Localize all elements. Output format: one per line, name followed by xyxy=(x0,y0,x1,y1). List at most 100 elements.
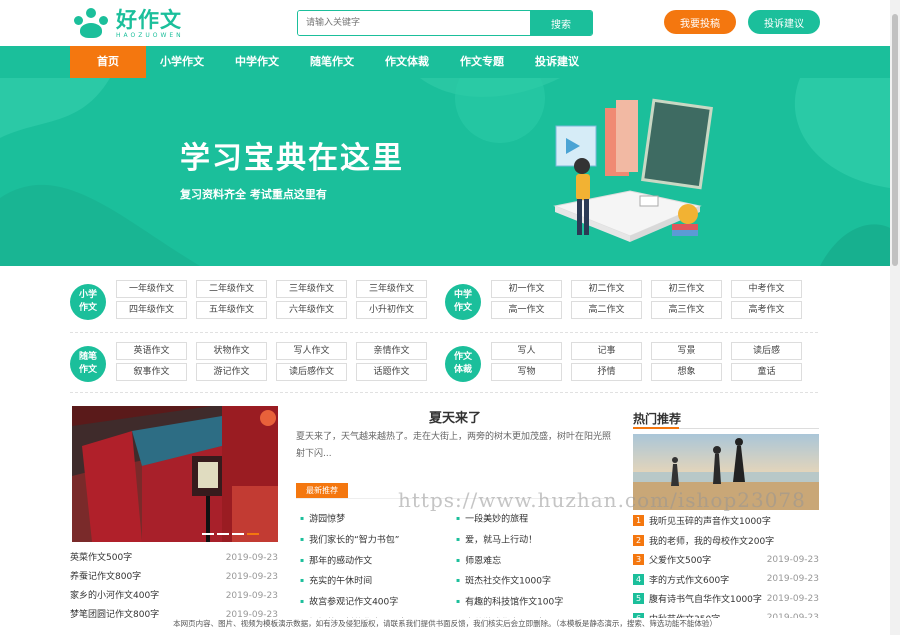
nav-primary-school[interactable]: 小学作文 xyxy=(152,46,212,78)
hot-rank-badge: 5 xyxy=(633,593,644,605)
article-title[interactable]: 夏天来了 xyxy=(296,407,614,426)
hot-item-title[interactable]: 腹有诗书气自华作文1000字 xyxy=(649,592,763,605)
category-badge-line: 作文 xyxy=(453,303,472,313)
category-tag[interactable]: 六年级作文 xyxy=(276,301,347,319)
list-item[interactable]: 养蚕记作文800字 2019-09-23 xyxy=(70,568,278,587)
category-badge: 中学 作文 xyxy=(445,284,481,320)
page-scrollbar[interactable] xyxy=(890,0,900,635)
category-tag[interactable]: 状物作文 xyxy=(196,342,267,360)
main-nav: 首页 小学作文 中学作文 随笔作文 作文体裁 作文专题 投诉建议 xyxy=(0,46,890,78)
search-input[interactable] xyxy=(298,11,530,35)
category-tag[interactable]: 写物 xyxy=(491,363,562,381)
recommend-item[interactable]: 那年的感动作文 xyxy=(300,551,460,572)
category-tag[interactable]: 亲情作文 xyxy=(356,342,427,360)
category-tag[interactable]: 二年级作文 xyxy=(196,280,267,298)
category-tag[interactable]: 读后感 xyxy=(731,342,802,360)
category-tag[interactable]: 初二作文 xyxy=(571,280,642,298)
hot-item-title[interactable]: 我的老师，我的母校作文200字 xyxy=(649,534,815,547)
category-tag[interactable]: 三年级作文 xyxy=(356,280,427,298)
recommend-item[interactable]: 斑杰社交作文1000字 xyxy=(456,571,616,592)
category-tag[interactable]: 小升初作文 xyxy=(356,301,427,319)
recommend-item[interactable]: 一段美妙的旅程 xyxy=(456,509,616,530)
hot-item-title[interactable]: 我听见玉碎的声音作文1000字 xyxy=(649,514,815,527)
scrollbar-thumb[interactable] xyxy=(892,14,898,266)
hot-rank-badge: 3 xyxy=(633,554,644,566)
category-badge-line: 作文 xyxy=(453,352,472,362)
section-divider xyxy=(70,332,818,333)
latest-list: 英菜作文500字 2019-09-23 养蚕记作文800字 2019-09-23 家乡的… xyxy=(70,549,278,625)
recommend-item[interactable]: 充实的午休时间 xyxy=(300,571,460,592)
logo-title: 好作文 xyxy=(116,8,182,32)
category-tag[interactable]: 抒情 xyxy=(571,363,642,381)
nav-middle-school[interactable]: 中学作文 xyxy=(227,46,287,78)
category-tag[interactable]: 写人作文 xyxy=(276,342,347,360)
list-item-title[interactable]: 英菜作文500字 xyxy=(70,549,132,568)
hot-list: 1 我听见玉碎的声音作文1000字 2 我的老师，我的母校作文200字 3 父爱作文500… xyxy=(633,511,819,628)
footer-notice: 本网页内容、图片、视频为模板演示数据，如有涉及侵犯版权，请联系我们提供书面反馈，… xyxy=(0,618,890,635)
category-tag[interactable]: 高考作文 xyxy=(731,301,802,319)
recommend-item[interactable]: 师恩难忘 xyxy=(456,551,616,572)
category-badge: 小学 作文 xyxy=(70,284,106,320)
nav-topics[interactable]: 作文专题 xyxy=(452,46,512,78)
slider-dots[interactable] xyxy=(202,533,259,535)
list-item[interactable]: 家乡的小河作文400字 2019-09-23 xyxy=(70,587,278,606)
hot-item[interactable]: 1 我听见玉碎的声音作文1000字 xyxy=(633,511,819,531)
category-tag[interactable]: 英语作文 xyxy=(116,342,187,360)
category-tag[interactable]: 初三作文 xyxy=(651,280,722,298)
category-tag[interactable]: 五年级作文 xyxy=(196,301,267,319)
list-item[interactable]: 英菜作文500字 2019-09-23 xyxy=(70,549,278,568)
category-tag[interactable]: 高三作文 xyxy=(651,301,722,319)
category-tag[interactable]: 记事 xyxy=(571,342,642,360)
category-tag[interactable]: 三年级作文 xyxy=(276,280,347,298)
list-item-title[interactable]: 养蚕记作文800字 xyxy=(70,568,141,587)
recommend-item[interactable]: 有趣的科技馆作文100字 xyxy=(456,592,616,613)
category-tag[interactable]: 一年级作文 xyxy=(116,280,187,298)
category-tag[interactable]: 话题作文 xyxy=(356,363,427,381)
hot-item-date: 2019-09-23 xyxy=(766,593,819,604)
category-tag[interactable]: 写景 xyxy=(651,342,722,360)
category-tag[interactable]: 高二作文 xyxy=(571,301,642,319)
category-tag[interactable]: 童话 xyxy=(731,363,802,381)
submit-article-button[interactable]: 我要投稿 xyxy=(664,10,736,34)
category-tag[interactable]: 想象 xyxy=(651,363,722,381)
hot-item-date: 2019-09-23 xyxy=(766,554,819,565)
site-logo[interactable]: 好作文 HAOZUOWEN xyxy=(72,8,184,40)
complaint-button[interactable]: 投诉建议 xyxy=(748,10,820,34)
article-summary: 夏天来了，天气越来越热了。走在大街上，两旁的树木更加茂盛，树叶在阳光照射下闪..… xyxy=(296,432,612,459)
hot-item[interactable]: 3 父爱作文500字 2019-09-23 xyxy=(633,550,819,570)
nav-essays[interactable]: 随笔作文 xyxy=(302,46,362,78)
nav-genres[interactable]: 作文体裁 xyxy=(377,46,437,78)
category-tag[interactable]: 读后感作文 xyxy=(276,363,347,381)
search-button[interactable]: 搜索 xyxy=(530,11,592,35)
hot-item-title[interactable]: 父爱作文500字 xyxy=(649,553,763,566)
watermark-text: https://www.huzhan.com/ishop23078 xyxy=(398,488,806,512)
recommend-list-left: 游园惊梦我们家长的“智力书包”那年的感动作文充实的午休时间故宫参观记作文400字… xyxy=(300,509,460,634)
recommend-item[interactable]: 故宫参观记作文400字 xyxy=(300,592,460,613)
recommend-item[interactable]: 我们家长的“智力书包” xyxy=(300,530,460,551)
nav-home[interactable]: 首页 xyxy=(70,46,146,78)
category-tag[interactable]: 叙事作文 xyxy=(116,363,187,381)
hot-item[interactable]: 5 腹有诗书气自华作文1000字 2019-09-23 xyxy=(633,589,819,609)
featured-slider-photo[interactable] xyxy=(72,406,278,542)
recommend-item[interactable]: 游园惊梦 xyxy=(300,509,460,530)
banner-title: 学习宝典在这里 xyxy=(180,141,404,176)
category-tag[interactable]: 高一作文 xyxy=(491,301,562,319)
list-item-title[interactable]: 家乡的小河作文400字 xyxy=(70,587,159,606)
category-badge-line: 小学 xyxy=(78,290,97,300)
category-tag[interactable]: 初一作文 xyxy=(491,280,562,298)
category-tag[interactable]: 四年级作文 xyxy=(116,301,187,319)
new-recommend-tag: 最新推荐 xyxy=(296,483,348,498)
hero-banner[interactable]: 学习宝典在这里 复习资料齐全 考试重点这里有 xyxy=(0,78,890,266)
nav-complaints[interactable]: 投诉建议 xyxy=(527,46,587,78)
category-tag[interactable]: 中考作文 xyxy=(731,280,802,298)
banner-subtitle: 复习资料齐全 考试重点这里有 xyxy=(180,188,327,201)
search-bar: 搜索 xyxy=(297,10,593,36)
category-badge-line: 作文 xyxy=(78,365,97,375)
category-tag[interactable]: 游记作文 xyxy=(196,363,267,381)
hot-item[interactable]: 2 我的老师，我的母校作文200字 xyxy=(633,531,819,551)
hot-item-title[interactable]: 李的方式作文600字 xyxy=(649,573,763,586)
hot-section-title: 热门推荐 xyxy=(633,412,682,426)
hot-item[interactable]: 4 李的方式作文600字 2019-09-23 xyxy=(633,570,819,590)
category-tag[interactable]: 写人 xyxy=(491,342,562,360)
recommend-item[interactable]: 爱，就马上行动！ xyxy=(456,530,616,551)
